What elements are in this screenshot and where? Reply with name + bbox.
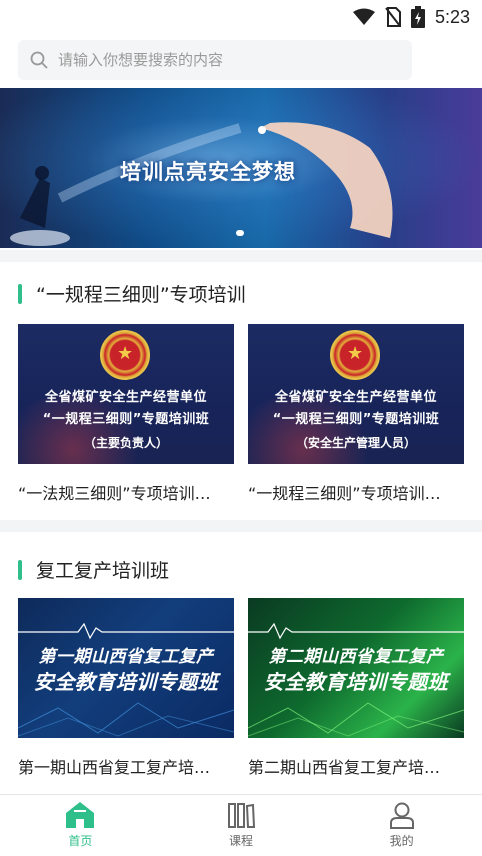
- thumbnail-line1: 第一期山西省复工复产: [38, 647, 214, 667]
- no-sim-icon: [385, 7, 401, 27]
- home-icon: [66, 802, 95, 828]
- course-thumbnail: ★ 全省煤矿安全生产经营单位 “一规程三细则”专题培训班 （主要负责人）: [18, 324, 234, 464]
- course-card[interactable]: ★ 全省煤矿安全生产经营单位 “一规程三细则”专题培训班 （主要负责人） “一法…: [18, 324, 234, 504]
- thumbnail-line1: 全省煤矿安全生产经营单位: [274, 390, 437, 405]
- heartbeat-line: [18, 622, 234, 640]
- course-thumbnail: ★ 全省煤矿安全生产经营单位 “一规程三细则”专题培训班 （安全生产管理人员）: [248, 324, 464, 464]
- course-card[interactable]: 第二期山西省复工复产 安全教育培训专题班 第二期山西省复工复产培…: [248, 598, 464, 778]
- tab-label: 我的: [389, 834, 414, 848]
- bottom-tab-bar: 首页 课程 我的: [0, 794, 482, 856]
- search-icon: [30, 51, 48, 69]
- tab-home[interactable]: 首页: [0, 795, 161, 856]
- emblem-icon: ★: [330, 330, 380, 380]
- thumbnail-line2: “一规程三细则”专题培训班: [42, 412, 210, 427]
- tab-profile[interactable]: 我的: [321, 795, 482, 856]
- wifi-icon: [352, 8, 375, 25]
- thumbnail-line1: 全省煤矿安全生产经营单位: [44, 390, 207, 405]
- emblem-icon: ★: [100, 330, 150, 380]
- section-title: “一规程三细则”专项培训: [36, 284, 246, 306]
- thumbnail-line3: （安全生产管理人员）: [295, 436, 416, 450]
- thumbnail-line1: 第二期山西省复工复产: [268, 647, 444, 667]
- course-title: 第一期山西省复工复产培…: [18, 758, 211, 777]
- search-input[interactable]: [58, 51, 388, 69]
- section-accent-bar: [18, 559, 22, 580]
- section-accent-bar: [18, 283, 22, 304]
- search-bar[interactable]: [18, 40, 412, 80]
- course-card[interactable]: ★ 全省煤矿安全生产经营单位 “一规程三细则”专题培训班 （安全生产管理人员） …: [248, 324, 464, 504]
- course-thumbnail: 第二期山西省复工复产 安全教育培训专题班: [248, 598, 464, 738]
- course-card[interactable]: 第一期山西省复工复产 安全教育培训专题班 第一期山西省复工复产培…: [18, 598, 234, 778]
- books-icon: [228, 803, 255, 828]
- tab-label: 课程: [229, 834, 254, 848]
- heartbeat-line: [248, 622, 464, 640]
- tab-courses[interactable]: 课程: [161, 795, 322, 856]
- thumbnail-line3: （主要负责人）: [83, 436, 168, 450]
- banner-carousel[interactable]: 培训点亮安全梦想: [0, 88, 482, 248]
- section-divider: [0, 520, 482, 532]
- user-icon: [389, 802, 414, 829]
- banner-title: 培训点亮安全梦想: [120, 160, 296, 184]
- status-time: 5:23: [434, 6, 470, 27]
- network-lines: [248, 702, 464, 737]
- section-title: 复工复产培训班: [36, 560, 170, 582]
- section-header: “一规程三细则”专项培训: [18, 280, 246, 307]
- thumbnail-line2: 安全教育培训专题班: [263, 670, 449, 694]
- course-thumbnail: 第一期山西省复工复产 安全教育培训专题班: [18, 598, 234, 738]
- course-title: 第二期山西省复工复产培…: [248, 758, 441, 777]
- status-bar: 5:23: [0, 0, 482, 34]
- network-lines: [18, 702, 234, 737]
- section-divider: [0, 250, 482, 262]
- course-title: “一规程三细则”专项培训…: [248, 484, 441, 503]
- course-title: “一法规三细则”专项培训…: [18, 484, 211, 503]
- battery-charging-icon: [410, 6, 425, 28]
- section-header: 复工复产培训班: [18, 556, 169, 583]
- tab-label: 首页: [68, 834, 93, 848]
- status-icons: 5:23: [352, 5, 470, 29]
- carousel-indicator[interactable]: [236, 230, 244, 236]
- thumbnail-line2: “一规程三细则”专题培训班: [272, 412, 440, 427]
- thumbnail-line2: 安全教育培训专题班: [33, 670, 219, 694]
